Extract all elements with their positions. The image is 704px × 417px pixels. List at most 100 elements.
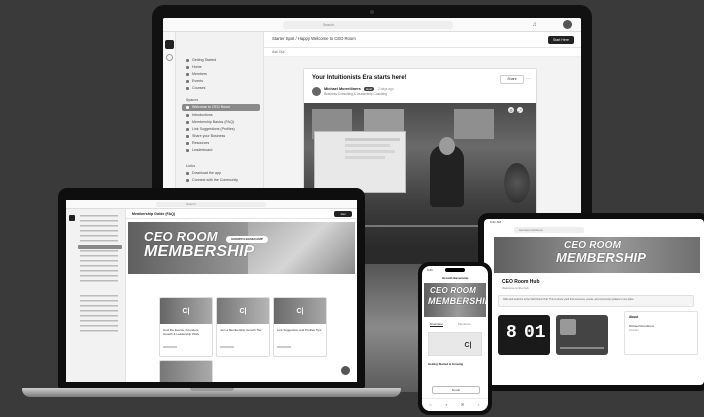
author-name[interactable]: Michael Morrelliners bbox=[324, 87, 361, 91]
start-here-button[interactable]: Start Here bbox=[548, 36, 574, 44]
folder-icon bbox=[186, 141, 189, 145]
ipad-countdown-tile[interactable]: 8 01 bbox=[498, 315, 550, 355]
macbook-join-button[interactable]: Join bbox=[334, 211, 352, 217]
course-card-4[interactable] bbox=[159, 360, 213, 382]
iphone-enroll-button[interactable]: Enroll bbox=[432, 386, 480, 394]
iphone-course-thumb[interactable]: C| bbox=[428, 332, 482, 356]
sidebar-item-members[interactable]: Members bbox=[186, 72, 207, 76]
sidebar-section-label: Spaces bbox=[186, 98, 199, 102]
iphone-dynamic-island bbox=[445, 268, 465, 272]
iphone-tab-bar: ⌂ ⌕ ✉ ♪ bbox=[422, 398, 488, 411]
link-icon bbox=[186, 127, 189, 131]
iphone-bell-icon[interactable]: ♪ bbox=[476, 402, 481, 407]
sidebar-item-leaderboard[interactable]: Leaderboard bbox=[186, 148, 212, 152]
ipad-banner: CEO ROOM MEMBERSHIP bbox=[494, 237, 700, 273]
sidebar-item-events[interactable]: Events bbox=[186, 79, 203, 83]
ipad-device: 9:41 AM ceoroom.circle.so CEO ROOM MEMBE… bbox=[478, 213, 704, 391]
share-button[interactable]: Share bbox=[500, 75, 524, 84]
macbook-notch bbox=[190, 388, 234, 391]
ipad-media-tile[interactable] bbox=[556, 315, 608, 355]
course-card-1[interactable]: C| How the Events, Founders, Growth & Le… bbox=[159, 297, 213, 357]
macbook-top-bar: Search bbox=[66, 200, 357, 209]
imac-top-bar: Search ♫ bbox=[163, 18, 581, 32]
ipad-url-bar[interactable]: ceoroom.circle.so bbox=[514, 227, 584, 233]
avatar[interactable] bbox=[563, 20, 572, 29]
ipad-time: 9:41 AM bbox=[490, 220, 502, 224]
sidebar-item-membership[interactable]: Membership Basics (FAQ) bbox=[186, 120, 234, 124]
course-card-2[interactable]: C| Join a Membership Growth Tier bbox=[216, 297, 270, 357]
iphone-banner-line1: CEO ROOM bbox=[430, 286, 477, 295]
sidebar-item-business[interactable]: Share your Business bbox=[186, 134, 225, 138]
iphone-tab-overview[interactable]: Overview bbox=[430, 322, 443, 327]
calendar-icon bbox=[186, 79, 189, 83]
back-link[interactable]: Ask Out bbox=[272, 50, 284, 54]
iphone-logo-icon: C| bbox=[464, 341, 472, 349]
star-icon bbox=[186, 105, 189, 109]
sidebar-item-getting-started[interactable]: Getting Started bbox=[186, 58, 216, 62]
author-subtitle: Business Consulting & Leadership Coachin… bbox=[324, 92, 387, 96]
macbook-community-icon[interactable] bbox=[69, 215, 75, 221]
banner-pill: GROWTH BASECAMP bbox=[226, 236, 268, 243]
sidebar-link-community[interactable]: Connect with the Community bbox=[186, 178, 238, 182]
iphone-item-label[interactable]: Getting Started & Growing bbox=[428, 362, 463, 366]
ipad-profile-role: Founder bbox=[629, 329, 639, 332]
add-community-icon[interactable] bbox=[166, 54, 173, 61]
banner-title-line2: MEMBERSHIP bbox=[144, 243, 255, 260]
card-thumbnail bbox=[160, 361, 212, 382]
sidebar-item-introductions[interactable]: Introductions bbox=[186, 113, 213, 117]
presenter-head bbox=[439, 137, 455, 155]
banner-photo bbox=[248, 222, 355, 274]
macbook-header: Membership Guide (FAQ) Join bbox=[126, 209, 357, 219]
card-logo-icon: C| bbox=[296, 307, 304, 315]
card-meta-line bbox=[163, 346, 177, 348]
ipad-banner-line2: MEMBERSHIP bbox=[556, 250, 647, 265]
course-card-3[interactable]: C| Link Suggestion and Profiles Tips bbox=[273, 297, 327, 357]
macbook-nav-lines-2 bbox=[80, 295, 118, 335]
ipad-profile-name[interactable]: Michael Morrelliners bbox=[629, 324, 654, 328]
iphone-tab-members[interactable]: Members bbox=[458, 322, 471, 326]
home-icon bbox=[186, 65, 189, 69]
macbook-device: Search Membership Guide (FAQ) Join CEO R… bbox=[58, 188, 365, 388]
bell-icon[interactable]: ♫ bbox=[531, 21, 538, 28]
media-progress[interactable] bbox=[560, 347, 604, 349]
iphone-home-icon[interactable]: ⌂ bbox=[428, 402, 433, 407]
card-text: How the Events, Founders, Growth & Leade… bbox=[163, 328, 200, 336]
iphone-device: 9:41 Growth Basecamp CEO ROOM MEMBERSHIP… bbox=[418, 262, 492, 415]
overlay-panel-row bbox=[345, 156, 385, 159]
community-logo-icon[interactable] bbox=[165, 40, 174, 49]
card-meta-line bbox=[220, 346, 234, 348]
macbook-sidebar bbox=[66, 209, 126, 382]
video-window-right bbox=[454, 109, 494, 139]
iphone-screen: 9:41 Growth Basecamp CEO ROOM MEMBERSHIP… bbox=[422, 266, 488, 411]
video-settings-icon[interactable]: ⚙ bbox=[508, 107, 514, 113]
sidebar-item-home[interactable]: Home bbox=[186, 65, 202, 69]
sidebar-item-resources[interactable]: Resources bbox=[186, 141, 209, 145]
sidebar-link-app[interactable]: Download the app bbox=[186, 171, 221, 175]
banner-title-line1: CEO ROOM bbox=[144, 229, 218, 244]
sidebar-links-label: Links bbox=[186, 164, 196, 168]
iphone-header-label: Growth Basecamp bbox=[442, 276, 469, 280]
iphone-search-icon[interactable]: ⌕ bbox=[444, 402, 449, 407]
sidebar-item-links[interactable]: Link Suggestions (Profiles) bbox=[186, 127, 235, 131]
ipad-notice-text: Hello and welcome to the CEO Room Hub. T… bbox=[503, 298, 635, 301]
author-time: 2 days ago bbox=[378, 87, 394, 91]
more-icon[interactable]: ⋯ bbox=[525, 75, 532, 82]
imac-search-input[interactable]: Search bbox=[283, 21, 453, 29]
macbook-nav-active[interactable] bbox=[78, 245, 122, 249]
sidebar-item-welcome[interactable]: Welcome to CEO Room bbox=[186, 105, 230, 109]
card-meta-line bbox=[277, 346, 291, 348]
globe-icon bbox=[186, 178, 189, 182]
iphone-banner-line2: MEMBERSHIP bbox=[428, 296, 486, 306]
ipad-profile-label: About bbox=[629, 315, 639, 319]
macbook-chat-icon[interactable] bbox=[341, 366, 350, 375]
iphone-chat-icon[interactable]: ✉ bbox=[460, 402, 465, 407]
plant-decoration bbox=[504, 163, 530, 203]
macbook-search-input[interactable]: Search bbox=[156, 202, 266, 207]
briefcase-icon bbox=[186, 134, 189, 138]
video-fullscreen-icon[interactable]: ⤢ bbox=[517, 107, 523, 113]
author-avatar[interactable] bbox=[312, 87, 321, 96]
flag-icon bbox=[186, 58, 189, 62]
phone-icon bbox=[186, 171, 189, 175]
imac-page-header: Starter Spot / Happy Welcome to CEO Room… bbox=[264, 32, 581, 48]
sidebar-item-courses[interactable]: Courses bbox=[186, 86, 205, 90]
